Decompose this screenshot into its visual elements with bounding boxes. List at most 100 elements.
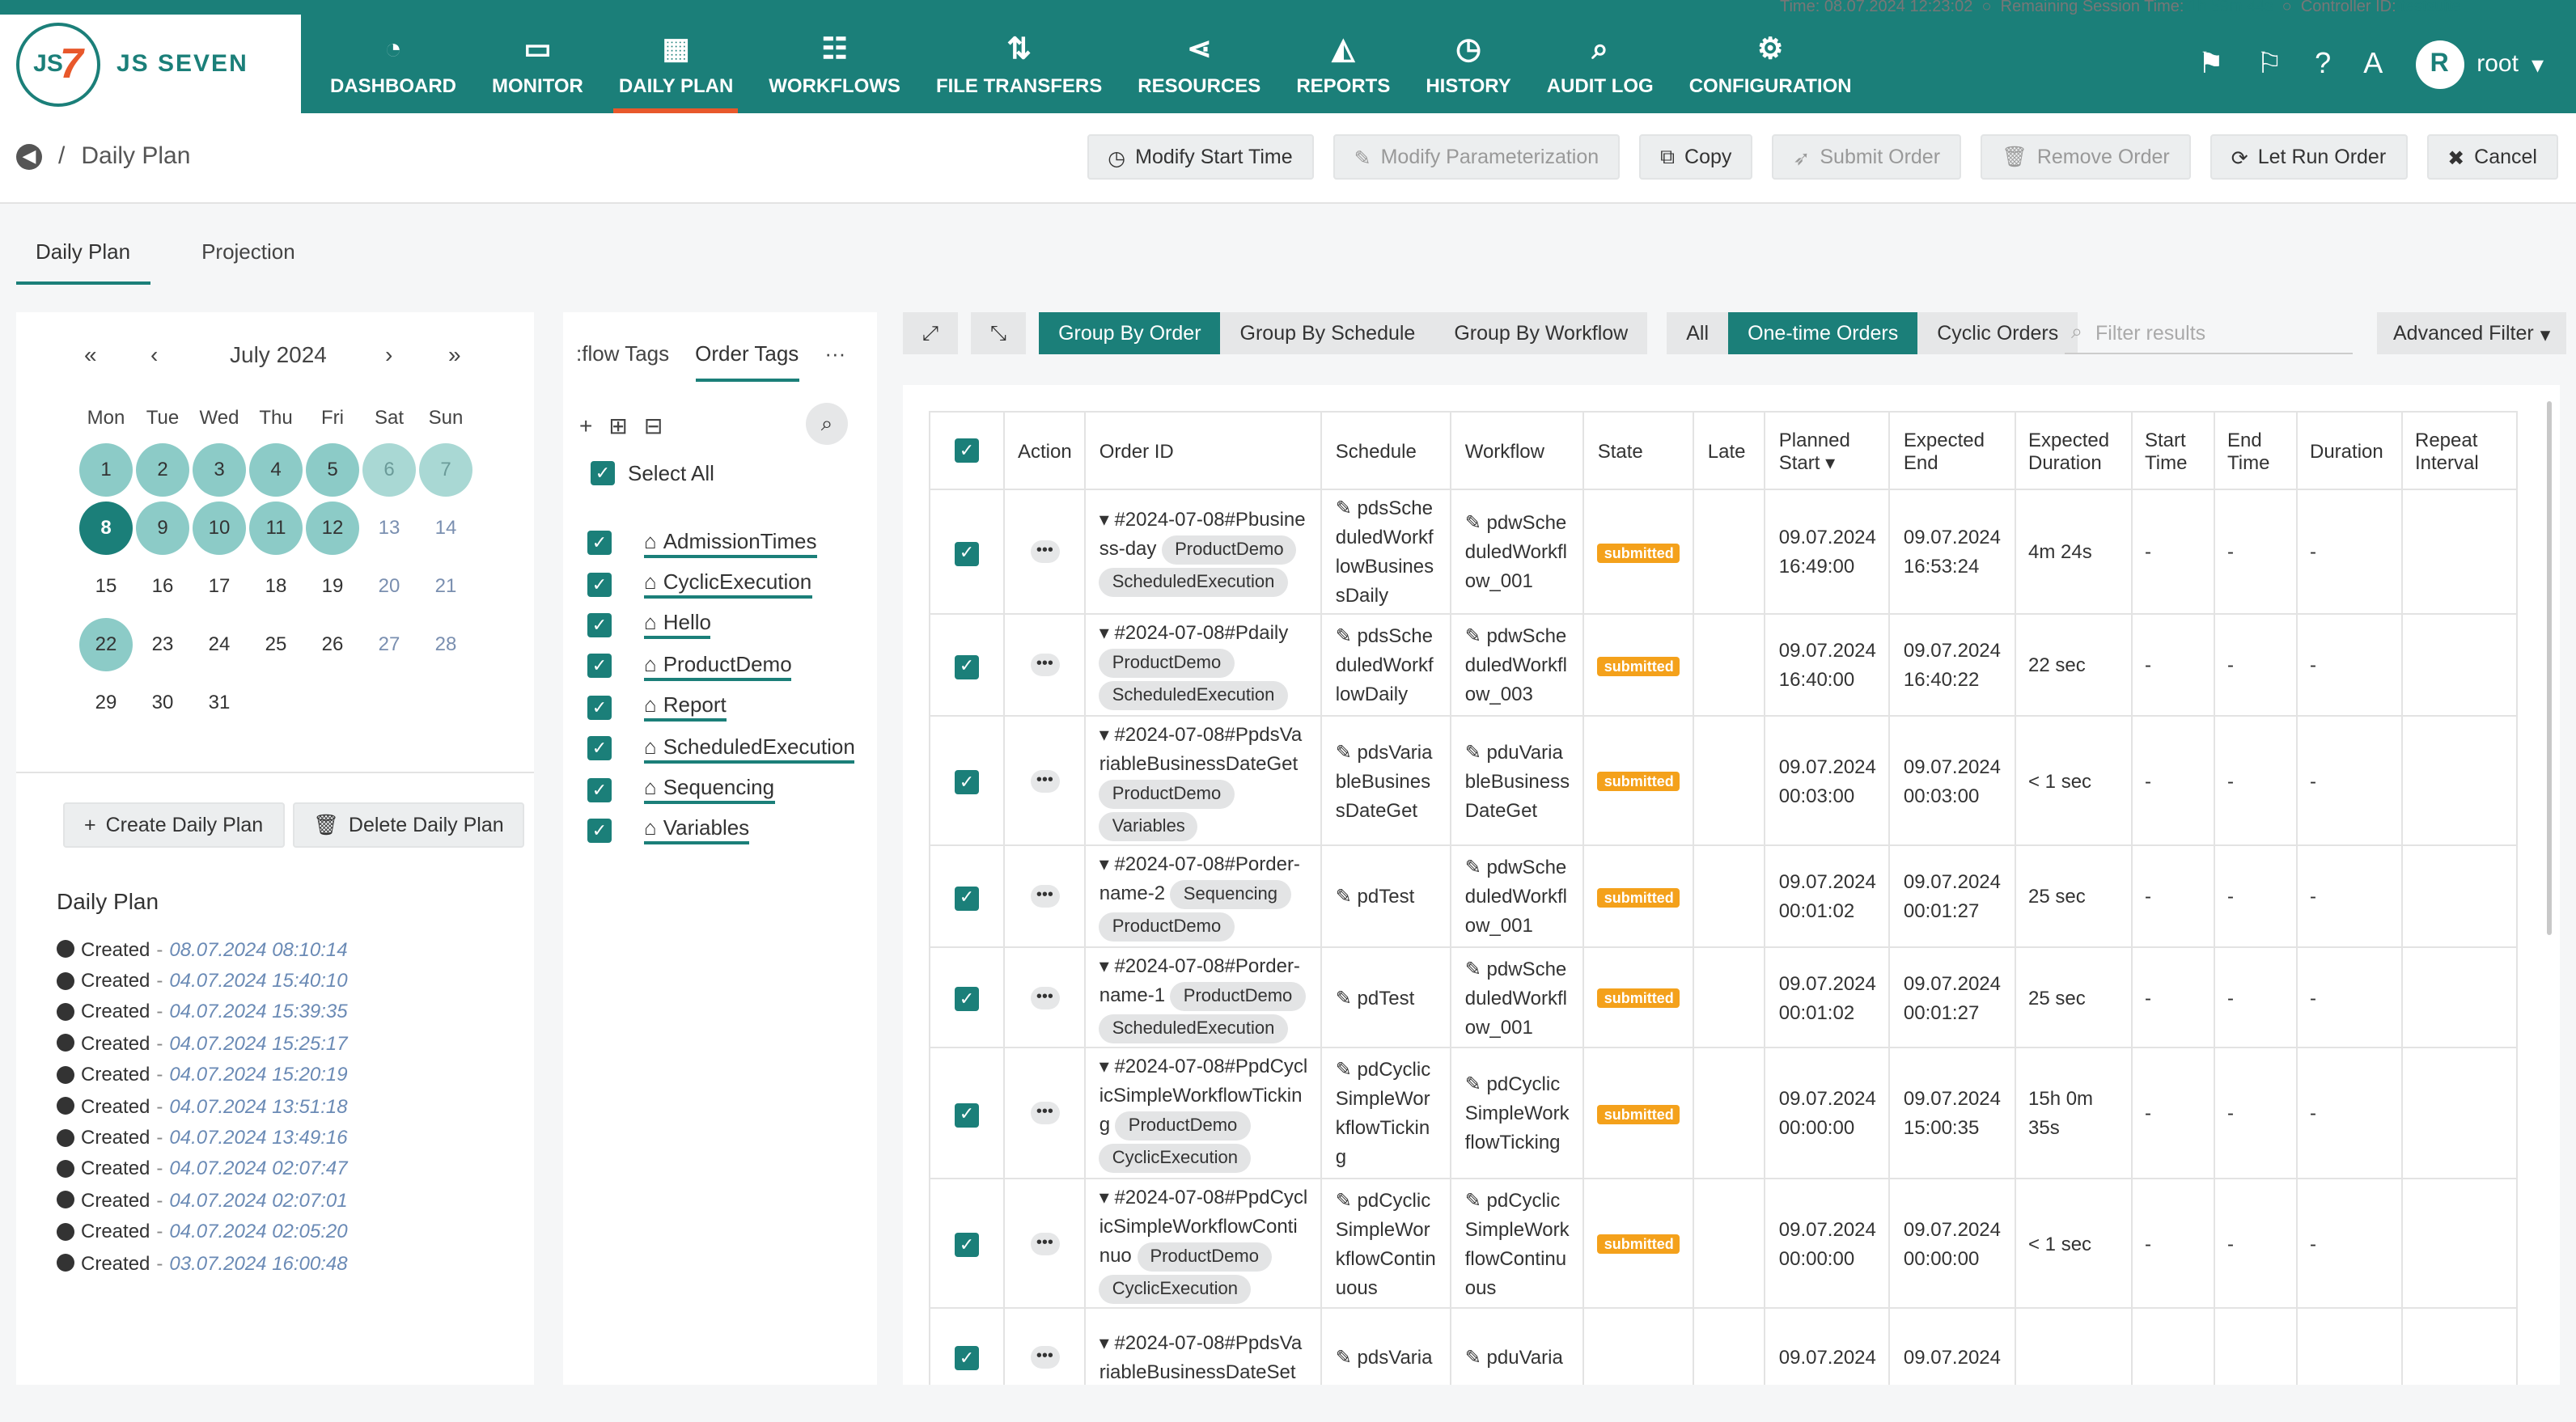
group-by-workflow-button[interactable]: Group By Workflow [1434, 312, 1648, 354]
schedule-link[interactable]: pdTest [1358, 986, 1415, 1009]
order-tag[interactable]: ProductDemo [1099, 779, 1235, 808]
calendar-day[interactable]: 13 [361, 498, 417, 557]
expand-caret-icon[interactable]: ▾ [1099, 1331, 1115, 1353]
expand-caret-icon[interactable]: ▾ [1099, 722, 1115, 745]
expand-caret-icon[interactable]: ▾ [1099, 508, 1115, 531]
checkbox[interactable]: ✓ [587, 818, 612, 843]
log-timestamp[interactable]: 08.07.2024 08:10:14 [169, 937, 347, 960]
schedule-link[interactable]: pdsVaria [1358, 1345, 1433, 1368]
col-order-id[interactable]: Order ID [1084, 411, 1323, 490]
advanced-filter-button[interactable]: Advanced Filter ▾ [2377, 312, 2567, 354]
row-checkbox[interactable]: ✓ [955, 1346, 979, 1370]
tag-item[interactable]: ✓ ⌂ Hello [587, 605, 855, 646]
order-id[interactable]: #2024-07-08#PpdsVariableBusinessDateSet [1099, 1331, 1302, 1382]
cancel-button[interactable]: ✖ Cancel [2426, 134, 2558, 180]
table-row[interactable]: ✓ ••• ▾ #2024-07-08#Pbusiness-day ProductD… [929, 489, 2517, 615]
calendar-day[interactable]: 5 [304, 440, 361, 498]
collapse-all-icon[interactable]: ⊟ [644, 413, 663, 440]
prev-month-icon[interactable]: ‹ [150, 341, 158, 367]
col-late[interactable]: Late [1693, 411, 1766, 490]
calendar-day[interactable]: 17 [191, 557, 248, 615]
tab-order-tags[interactable]: Order Tags [695, 341, 799, 382]
tag-item[interactable]: ✓ ⌂ ScheduledExecution [587, 728, 855, 769]
submit-order-button[interactable]: ➶ Submit Order [1772, 134, 1962, 180]
tag-item[interactable]: ✓ ⌂ CyclicExecution [587, 564, 855, 605]
checkbox[interactable]: ✓ [587, 736, 612, 761]
table-row[interactable]: ✓ ••• ▾ #2024-07-08#Pdaily ProductDemo Sch… [929, 613, 2517, 717]
calendar-day[interactable]: 12 [304, 498, 361, 557]
log-timestamp[interactable]: 04.07.2024 15:40:10 [169, 969, 347, 992]
prev-year-icon[interactable]: « [84, 341, 97, 367]
workflow-link[interactable]: pdwScheduledWorkflow_001 [1465, 856, 1567, 937]
calendar-day[interactable]: 19 [304, 557, 361, 615]
more-actions-icon[interactable]: ••• [1030, 986, 1060, 1009]
col-start-time[interactable]: Start Time [2130, 411, 2214, 490]
order-tag[interactable]: CyclicExecution [1099, 1144, 1251, 1173]
calendar-day[interactable]: 11 [248, 498, 304, 557]
language-icon[interactable]: A [2363, 47, 2383, 81]
order-tag[interactable]: ScheduledExecution [1099, 568, 1288, 597]
col-repeat-interval[interactable]: Repeat Interval [2400, 411, 2517, 490]
select-all-checkbox[interactable]: ✓ [955, 438, 979, 463]
checkbox[interactable]: ✓ [587, 572, 612, 597]
more-actions-icon[interactable]: ••• [1030, 1232, 1060, 1255]
order-tag[interactable]: ScheduledExecution [1099, 681, 1288, 710]
notification-flag-icon[interactable]: ⚐ [2256, 47, 2282, 81]
expand-caret-icon[interactable]: ▾ [1099, 853, 1115, 875]
calendar-day[interactable]: 6 [361, 440, 417, 498]
table-row[interactable]: ✓ ••• ▾ #2024-07-08#PpdsVariableBusinessDa… [929, 715, 2517, 846]
tag-item[interactable]: ✓ ⌂ ProductDemo [587, 645, 855, 687]
tag-item[interactable]: ✓ ⌂ Sequencing [587, 769, 855, 810]
calendar-day[interactable]: 21 [417, 557, 474, 615]
log-timestamp[interactable]: 04.07.2024 13:51:18 [169, 1094, 347, 1117]
nav-audit-log[interactable]: ⌕ AUDIT LOG [1529, 15, 1671, 113]
expand-icon[interactable]: ⤢ [903, 312, 959, 354]
group-by-order-button[interactable]: Group By Order [1039, 312, 1221, 354]
order-tag[interactable]: Variables [1099, 811, 1198, 840]
calendar-day[interactable]: 26 [304, 615, 361, 673]
col-expected-end[interactable]: Expected End [1888, 411, 2016, 490]
select-all-tags[interactable]: ✓ Select All [591, 461, 714, 485]
table-row[interactable]: ✓ ••• ▾ #2024-07-08#Porder-name-2 Sequenci… [929, 844, 2517, 948]
workflow-link[interactable]: pdCyclicSimpleWorkflowContinuous [1465, 1188, 1570, 1298]
copy-button[interactable]: ⧉ Copy [1639, 134, 1753, 180]
tag-item[interactable]: ✓ ⌂ Variables [587, 810, 855, 851]
filter-one-time-button[interactable]: One-time Orders [1728, 312, 1918, 354]
back-arrow-icon[interactable]: ◀ [16, 143, 42, 169]
nav-monitor[interactable]: ▭ MONITOR [474, 15, 601, 113]
calendar-month[interactable]: July 2024 [230, 341, 327, 367]
user-menu[interactable]: R root ▾ [2415, 40, 2544, 88]
add-icon[interactable]: + [579, 413, 592, 440]
filter-all-button[interactable]: All [1667, 312, 1729, 354]
calendar-day[interactable]: 1 [78, 440, 134, 498]
log-timestamp[interactable]: 04.07.2024 13:49:16 [169, 1126, 347, 1149]
remove-order-button[interactable]: 🗑 Remove Order [1981, 134, 2191, 180]
log-timestamp[interactable]: 04.07.2024 02:05:20 [169, 1220, 347, 1242]
next-month-icon[interactable]: › [385, 341, 392, 367]
row-checkbox[interactable]: ✓ [955, 987, 979, 1011]
expand-caret-icon[interactable]: ▾ [1099, 1185, 1115, 1208]
nav-workflows[interactable]: ☷ WORKFLOWS [751, 15, 918, 113]
nav-daily-plan[interactable]: ▦ DAILY PLAN [601, 15, 751, 113]
schedule-link[interactable]: pdCyclicSimpleWorkflowContinuous [1336, 1188, 1436, 1298]
more-icon[interactable]: ··· [824, 341, 845, 382]
controller-value[interactable]: testsuite [2400, 0, 2461, 15]
nav-reports[interactable]: ◭ REPORTS [1278, 15, 1408, 113]
log-timestamp[interactable]: 04.07.2024 15:39:35 [169, 1001, 347, 1023]
order-tag[interactable]: ProductDemo [1170, 981, 1306, 1010]
calendar-day[interactable]: 16 [134, 557, 191, 615]
log-timestamp[interactable]: 03.07.2024 16:00:48 [169, 1251, 347, 1274]
order-tag[interactable]: ProductDemo [1162, 535, 1297, 565]
order-tag[interactable]: ProductDemo [1115, 1111, 1251, 1141]
checkbox[interactable]: ✓ [587, 531, 612, 556]
order-tag[interactable]: Sequencing [1170, 880, 1290, 909]
calendar-day[interactable]: 9 [134, 498, 191, 557]
nav-file-transfers[interactable]: ⇅ FILE TRANSFERS [918, 15, 1120, 113]
calendar-day[interactable]: 24 [191, 615, 248, 673]
table-row[interactable]: ✓ ••• ▾ #2024-07-08#PpdCyclicSimpleWorkflo… [929, 1178, 2517, 1309]
calendar-day[interactable]: 29 [78, 673, 134, 731]
modify-start-time-button[interactable]: ◷ Modify Start Time [1087, 134, 1314, 180]
col-expected-duration[interactable]: Expected Duration [2014, 411, 2132, 490]
row-checkbox[interactable]: ✓ [955, 1102, 979, 1127]
more-actions-icon[interactable]: ••• [1030, 769, 1060, 792]
